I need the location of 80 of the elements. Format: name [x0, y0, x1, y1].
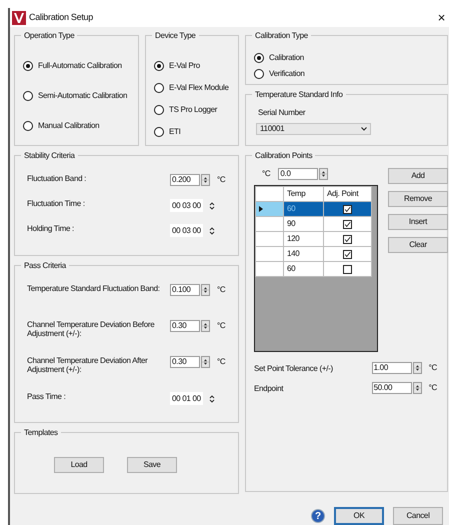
table-cell: 60: [284, 202, 324, 216]
field-label: Temperature Standard Fluctuation Band:: [27, 284, 161, 293]
group-legend: Pass Criteria: [21, 260, 69, 271]
group-legend: Temperature Standard Info: [252, 89, 346, 100]
unit-label: °C: [428, 362, 437, 374]
field-label: Fluctuation Time :: [27, 199, 86, 208]
help-button[interactable]: ?: [311, 509, 325, 523]
unit-label: °C: [217, 174, 226, 186]
number-field[interactable]: 50.00: [372, 382, 412, 394]
radio-option[interactable]: Full-Automatic Calibration: [23, 60, 130, 72]
grid-action-button[interactable]: Add: [388, 168, 448, 184]
spin-button[interactable]: [412, 382, 422, 394]
checkbox[interactable]: [343, 250, 352, 258]
time-field[interactable]: 00 03 00: [170, 224, 203, 237]
spin-button[interactable]: [201, 320, 210, 332]
grid-action-button[interactable]: Remove: [388, 191, 448, 207]
number-field[interactable]: 0.30: [170, 320, 200, 332]
up-down-chevron-icon[interactable]: [208, 226, 215, 236]
field-label: Channel Temperature Deviation After Adjustment (+/-):: [27, 356, 149, 374]
time-field[interactable]: 00 03 00: [170, 199, 203, 212]
radio-option[interactable]: E-Val Pro: [154, 60, 230, 72]
grid-action-button[interactable]: Insert: [388, 214, 448, 230]
field-label: Fluctuation Band :: [27, 174, 88, 183]
table-cell: 120: [284, 232, 324, 246]
group-legend: Calibration Points: [252, 150, 316, 161]
row-pointer-icon: [259, 206, 263, 212]
field-label: Set Point Tolerance (+/-): [254, 364, 334, 372]
field-label: Endpoint: [254, 384, 284, 392]
spin-button[interactable]: [201, 284, 210, 296]
checkbox[interactable]: [343, 234, 352, 244]
template-button[interactable]: Save: [127, 457, 177, 473]
template-button[interactable]: Load: [54, 457, 104, 473]
radio-option[interactable]: Verification: [254, 68, 439, 80]
up-down-chevron-icon[interactable]: [208, 394, 215, 404]
checkbox[interactable]: [343, 220, 352, 228]
temperature-field[interactable]: 0.0: [278, 168, 318, 180]
serial-number-dropdown[interactable]: 110001: [256, 123, 371, 135]
field-label: Pass Time :: [27, 392, 66, 401]
chevron-down-icon: [361, 127, 367, 131]
radio-option[interactable]: E-Val Flex Module: [154, 82, 230, 94]
number-field[interactable]: 0.100: [170, 284, 200, 296]
unit-label: °C: [217, 356, 226, 368]
window-title: Calibration Setup: [29, 10, 93, 24]
radio-option[interactable]: Manual Calibration: [23, 120, 130, 132]
column-header: Adj. Point: [324, 186, 372, 202]
radio-option[interactable]: Semi-Automatic Calibration: [23, 90, 130, 102]
spin-button[interactable]: [201, 174, 210, 186]
group-legend: Templates: [21, 427, 61, 438]
field-label: Serial Number: [257, 107, 306, 119]
dialog-button[interactable]: Cancel: [393, 507, 443, 525]
radio-option[interactable]: Calibration: [254, 52, 439, 64]
group-legend: Operation Type: [21, 30, 78, 41]
radio-option[interactable]: ETI: [154, 126, 230, 138]
dialog-button[interactable]: OK: [334, 507, 384, 525]
spin-button[interactable]: [319, 168, 328, 180]
table-cell: 60: [284, 262, 324, 276]
close-button[interactable]: ×: [438, 11, 445, 24]
group-legend: Stability Criteria: [21, 150, 78, 161]
grid-action-button[interactable]: Clear: [388, 237, 448, 253]
group-legend: Calibration Type: [252, 30, 311, 41]
number-field[interactable]: 0.200: [170, 174, 200, 186]
spin-button[interactable]: [412, 362, 422, 374]
number-field[interactable]: 0.30: [170, 356, 200, 368]
column-header: Temp: [284, 186, 324, 202]
checkbox[interactable]: [343, 264, 352, 274]
field-label: Holding Time :: [27, 224, 75, 233]
unit-label: °C: [262, 168, 270, 180]
spin-button[interactable]: [201, 356, 210, 368]
radio-option[interactable]: TS Pro Logger: [154, 104, 230, 116]
unit-label: °C: [428, 382, 437, 394]
checkbox[interactable]: [343, 204, 352, 214]
table-cell: 90: [284, 216, 324, 232]
unit-label: °C: [217, 320, 226, 332]
field-label: Channel Temperature Deviation Before Adjustment (+/-):: [27, 320, 156, 338]
time-field[interactable]: 00 01 00: [170, 392, 203, 405]
up-down-chevron-icon[interactable]: [208, 200, 215, 210]
number-field[interactable]: 1.00: [372, 362, 412, 374]
table-cell: 140: [284, 246, 324, 262]
unit-label: °C: [217, 284, 226, 296]
group-legend: Device Type: [152, 30, 199, 41]
